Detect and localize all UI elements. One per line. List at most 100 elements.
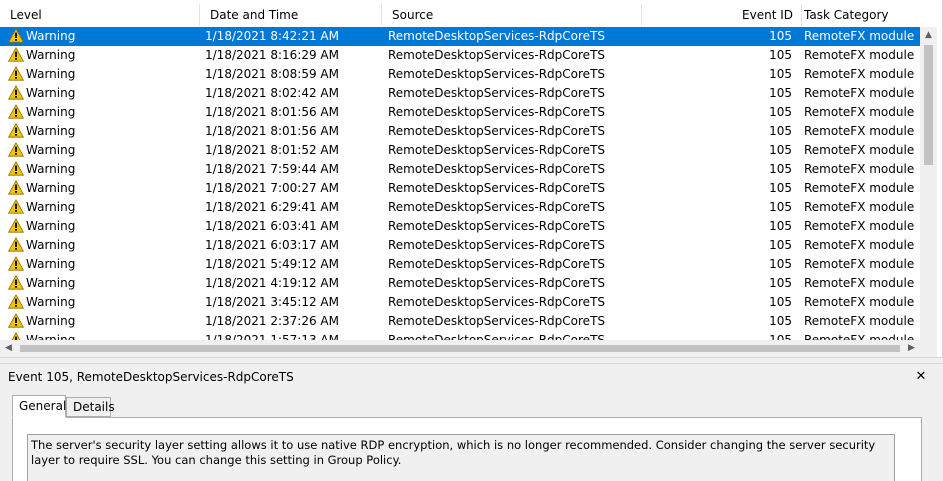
row-source: RemoteDesktopServices-RdpCoreTS (388, 29, 606, 43)
table-row[interactable]: Warning 1/18/2021 7:59:44 AM RemoteDesktop… (0, 160, 920, 179)
warning-icon (8, 142, 24, 157)
warning-icon (8, 104, 24, 119)
column-event-id[interactable]: Event ID (642, 4, 802, 26)
row-task-category: RemoteFX module (804, 276, 915, 290)
close-icon[interactable]: ✕ (912, 368, 930, 386)
warning-icon (8, 47, 24, 62)
pane-splitter[interactable] (0, 357, 943, 364)
row-source: RemoteDesktopServices-RdpCoreTS (388, 181, 606, 195)
warning-icon (8, 256, 24, 271)
row-source: RemoteDesktopServices-RdpCoreTS (388, 105, 606, 119)
row-level-label: Warning (26, 219, 76, 233)
table-row[interactable]: Warning 1/18/2021 6:29:41 AM RemoteDesktop… (0, 198, 920, 217)
table-row[interactable]: Warning 1/18/2021 8:01:56 AM RemoteDesktop… (0, 122, 920, 141)
table-row[interactable]: Warning 1/18/2021 8:01:56 AM RemoteDesktop… (0, 103, 920, 122)
table-row[interactable]: Warning 1/18/2021 3:45:12 AM RemoteDesktop… (0, 293, 920, 312)
tab-general[interactable]: General (12, 395, 66, 418)
row-source: RemoteDesktopServices-RdpCoreTS (388, 48, 606, 62)
row-event-id: 105 (769, 238, 792, 252)
chevron-up-icon[interactable]: ▲ (920, 27, 937, 44)
table-row[interactable]: Warning 1/18/2021 7:00:27 AM RemoteDesktop… (0, 179, 920, 198)
warning-icon (8, 275, 24, 290)
row-level-label: Warning (26, 238, 76, 252)
row-event-id: 105 (769, 162, 792, 176)
row-level: Warning (8, 217, 198, 236)
tab-body: The server's security layer setting allo… (12, 417, 922, 481)
warning-icon (8, 294, 24, 309)
row-date-time: 1/18/2021 8:16:29 AM (205, 48, 339, 62)
row-level-label: Warning (26, 200, 76, 214)
table-row[interactable]: Warning 1/18/2021 8:02:42 AM RemoteDesktop… (0, 84, 920, 103)
row-level: Warning (8, 160, 198, 179)
row-date-time: 1/18/2021 2:37:26 AM (205, 314, 339, 328)
row-task-category: RemoteFX module (804, 181, 915, 195)
row-event-id: 105 (769, 219, 792, 233)
row-source: RemoteDesktopServices-RdpCoreTS (388, 162, 606, 176)
table-row[interactable]: Warning 1/18/2021 5:49:12 AM RemoteDesktop… (0, 255, 920, 274)
column-source[interactable]: Source (382, 4, 642, 26)
table-row[interactable]: Warning 1/18/2021 6:03:17 AM RemoteDesktop… (0, 236, 920, 255)
warning-icon (8, 313, 24, 328)
vertical-scroll-thumb[interactable] (924, 45, 933, 165)
column-date-time[interactable]: Date and Time (200, 4, 382, 26)
row-event-id: 105 (769, 295, 792, 309)
row-task-category: RemoteFX module (804, 105, 915, 119)
row-level-label: Warning (26, 276, 76, 290)
row-task-category: RemoteFX module (804, 48, 915, 62)
row-task-category: RemoteFX module (804, 238, 915, 252)
row-event-id: 105 (769, 124, 792, 138)
row-level-label: Warning (26, 257, 76, 271)
table-row[interactable]: Warning 1/18/2021 4:19:12 AM RemoteDesktop… (0, 274, 920, 293)
row-source: RemoteDesktopServices-RdpCoreTS (388, 219, 606, 233)
row-date-time: 1/18/2021 7:59:44 AM (205, 162, 339, 176)
scrollbar-corner (920, 340, 937, 357)
chevron-right-icon[interactable]: ▶ (903, 340, 920, 357)
chevron-left-icon[interactable]: ◀ (0, 340, 17, 357)
row-event-id: 105 (769, 314, 792, 328)
row-level: Warning (8, 103, 198, 122)
table-row[interactable]: Warning 1/18/2021 8:42:21 AM RemoteDesktop… (0, 27, 920, 46)
tab-details[interactable]: Details (66, 397, 115, 417)
row-level: Warning (8, 293, 198, 312)
table-row[interactable]: Warning 1/18/2021 2:37:26 AM RemoteDesktop… (0, 312, 920, 331)
horizontal-scrollbar[interactable]: ◀ ▶ (0, 340, 920, 357)
row-task-category: RemoteFX module (804, 124, 915, 138)
row-date-time: 1/18/2021 6:29:41 AM (205, 200, 339, 214)
warning-icon (8, 85, 24, 100)
row-task-category: RemoteFX module (804, 295, 915, 309)
event-message[interactable]: The server's security layer setting allo… (27, 434, 895, 481)
row-level: Warning (8, 122, 198, 141)
row-source: RemoteDesktopServices-RdpCoreTS (388, 238, 606, 252)
horizontal-scroll-thumb[interactable] (20, 345, 900, 352)
vertical-scrollbar[interactable]: ▲ (920, 27, 937, 342)
table-row[interactable]: Warning 1/18/2021 6:03:41 AM RemoteDesktop… (0, 217, 920, 236)
warning-icon (8, 237, 24, 252)
warning-icon (8, 199, 24, 214)
table-row[interactable]: Warning 1/18/2021 8:08:59 AM RemoteDesktop… (0, 65, 920, 84)
row-source: RemoteDesktopServices-RdpCoreTS (388, 143, 606, 157)
event-list-panel: Level Date and Time Source Event ID Task… (0, 0, 943, 357)
row-level-label: Warning (26, 162, 76, 176)
row-source: RemoteDesktopServices-RdpCoreTS (388, 86, 606, 100)
row-task-category: RemoteFX module (804, 257, 915, 271)
row-date-time: 1/18/2021 4:19:12 AM (205, 276, 339, 290)
row-task-category: RemoteFX module (804, 200, 915, 214)
table-row[interactable]: Warning 1/18/2021 8:16:29 AM RemoteDesktop… (0, 46, 920, 65)
row-level-label: Warning (26, 295, 76, 309)
row-level: Warning (8, 84, 198, 103)
row-level-label: Warning (26, 181, 76, 195)
row-date-time: 1/18/2021 5:49:12 AM (205, 257, 339, 271)
warning-icon (8, 218, 24, 233)
row-event-id: 105 (769, 29, 792, 43)
column-task-category[interactable]: Task Category (802, 4, 920, 26)
warning-icon (8, 28, 24, 43)
row-date-time: 1/18/2021 8:01:52 AM (205, 143, 339, 157)
row-source: RemoteDesktopServices-RdpCoreTS (388, 200, 606, 214)
warning-icon (8, 123, 24, 138)
event-detail-panel: Event 105, RemoteDesktopServices-RdpCore… (0, 364, 943, 481)
row-task-category: RemoteFX module (804, 86, 915, 100)
row-level-label: Warning (26, 67, 76, 81)
table-row[interactable]: Warning 1/18/2021 8:01:52 AM RemoteDesktop… (0, 141, 920, 160)
detail-title: Event 105, RemoteDesktopServices-RdpCore… (8, 370, 294, 384)
column-level[interactable]: Level (0, 4, 200, 26)
